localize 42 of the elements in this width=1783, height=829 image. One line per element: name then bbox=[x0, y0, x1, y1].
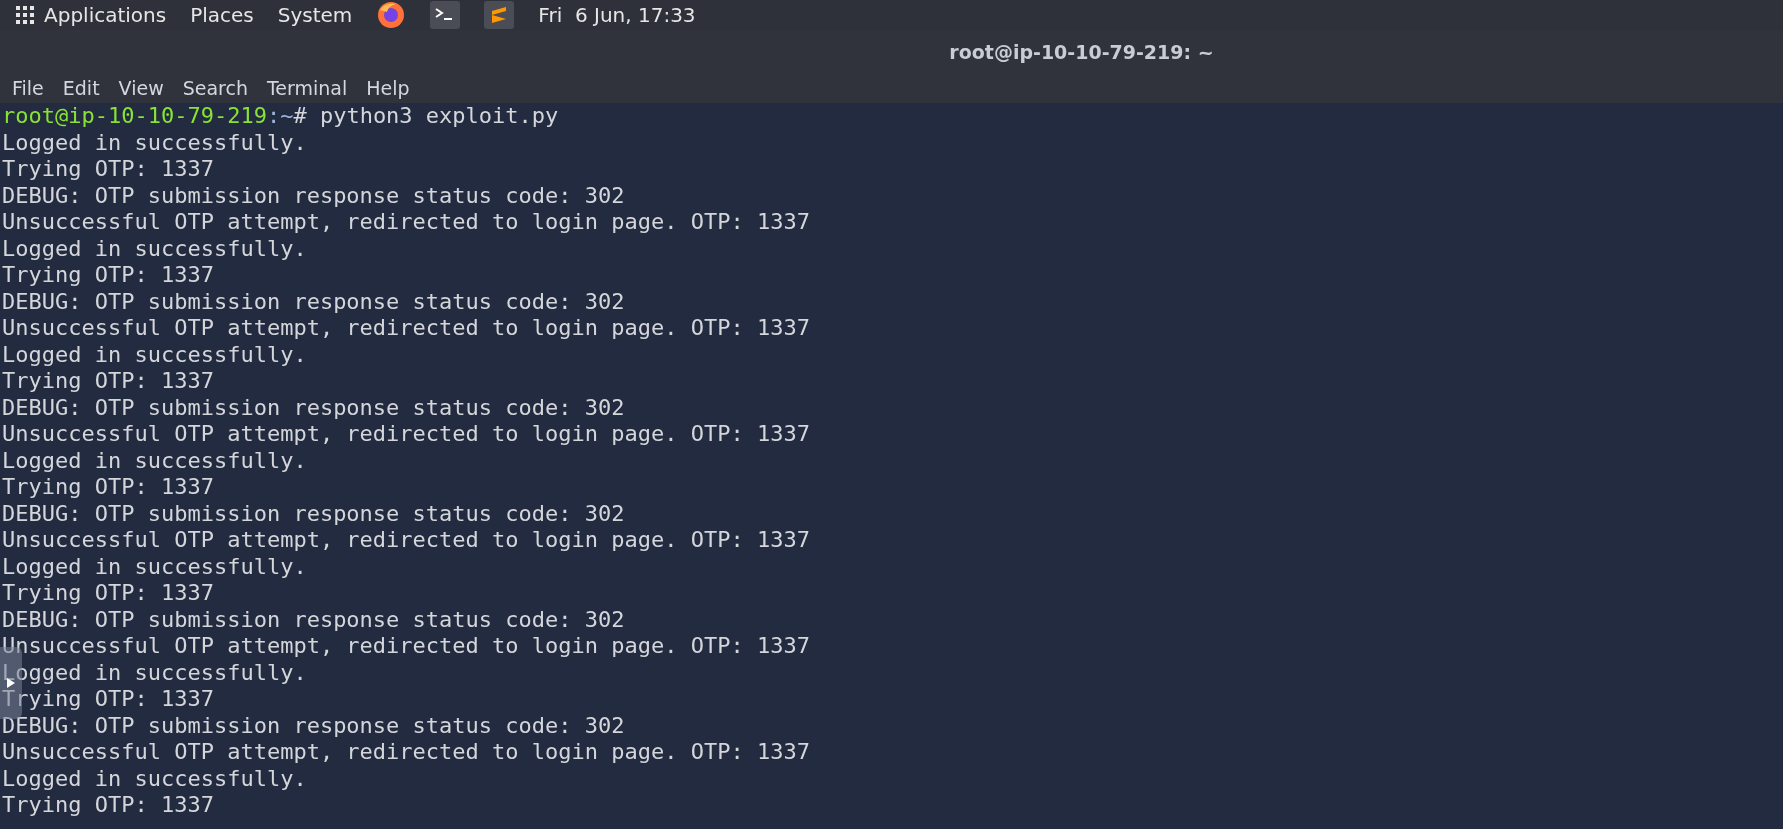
output-line: DEBUG: OTP submission response status code: 302 bbox=[1, 712, 626, 739]
menu-item[interactable]: Help bbox=[366, 77, 410, 99]
output-line: Unsuccessful OTP attempt, redirected to login page. OTP: 1337 bbox=[1, 527, 811, 554]
output-line: Trying OTP: 1337 bbox=[1, 686, 215, 713]
output-line: Trying OTP: 1337 bbox=[1, 474, 215, 501]
output-line: Logged in successfully. bbox=[1, 129, 308, 156]
output-line: Logged in successfully. bbox=[1, 341, 308, 368]
terminal-icon[interactable] bbox=[430, 1, 461, 29]
output-line: DEBUG: OTP submission response status code: 302 bbox=[1, 500, 626, 527]
menu-item[interactable]: File bbox=[12, 77, 44, 99]
menu-item[interactable]: View bbox=[118, 77, 164, 99]
text-editor-icon[interactable] bbox=[484, 1, 515, 29]
output-line: DEBUG: OTP submission response status code: 302 bbox=[1, 394, 626, 421]
output-line: DEBUG: OTP submission response status code: 302 bbox=[1, 182, 626, 209]
output-line: DEBUG: OTP submission response status code: 302 bbox=[1, 606, 626, 633]
output-line: Unsuccessful OTP attempt, redirected to login page. OTP: 1337 bbox=[1, 633, 811, 660]
top-menu[interactable]: Places bbox=[190, 3, 254, 27]
top-menu[interactable]: Applications bbox=[44, 3, 167, 27]
output-line: Trying OTP: 1337 bbox=[1, 792, 215, 819]
output-line: Unsuccessful OTP attempt, redirected to login page. OTP: 1337 bbox=[1, 209, 811, 236]
output-line: Unsuccessful OTP attempt, redirected to login page. OTP: 1337 bbox=[1, 315, 811, 342]
apps-grid-icon[interactable] bbox=[16, 6, 34, 24]
browser-icon[interactable] bbox=[376, 0, 407, 30]
command-line: root@ip-10-10-79-219:~# python3 exploit.py bbox=[1, 103, 560, 130]
output-line: Trying OTP: 1337 bbox=[1, 580, 215, 607]
menu-item[interactable]: Terminal bbox=[266, 77, 348, 99]
window-title: root@ip-10-10-79-219: ~ bbox=[949, 40, 1214, 63]
output-line: Logged in successfully. bbox=[1, 765, 308, 792]
output-line: Logged in successfully. bbox=[1, 447, 308, 474]
output-line: Trying OTP: 1337 bbox=[1, 262, 215, 289]
output-line: DEBUG: OTP submission response status code: 302 bbox=[1, 288, 626, 315]
output-line: Unsuccessful OTP attempt, redirected to login page. OTP: 1337 bbox=[1, 421, 811, 448]
output-line: Logged in successfully. bbox=[1, 659, 308, 686]
output-line: Trying OTP: 1337 bbox=[1, 368, 215, 395]
output-line: Logged in successfully. bbox=[1, 553, 308, 580]
output-line: Trying OTP: 1337 bbox=[1, 156, 215, 183]
menu-item[interactable]: Edit bbox=[62, 77, 100, 99]
output-line: Logged in successfully. bbox=[1, 235, 308, 262]
menu-item[interactable]: Search bbox=[182, 77, 248, 99]
clock[interactable]: Fri 6 Jun, 17:33 bbox=[538, 3, 696, 27]
top-menu[interactable]: System bbox=[277, 3, 353, 27]
output-line: Unsuccessful OTP attempt, redirected to login page. OTP: 1337 bbox=[1, 739, 811, 766]
